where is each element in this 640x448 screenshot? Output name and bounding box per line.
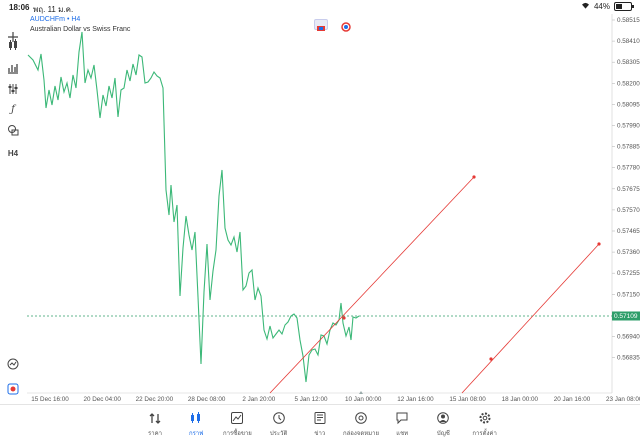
tab-mailbox[interactable]: กล่องจดหมาย — [338, 410, 384, 438]
mailbox-icon — [338, 410, 384, 425]
tab-label: กราฟ — [188, 431, 204, 437]
tab-label: การซื้อขาย — [222, 431, 252, 437]
tab-label: ราคา — [148, 431, 162, 437]
time-axis-label: 5 Jan 12:00 — [295, 396, 328, 403]
tab-account[interactable]: บัญชี — [420, 410, 466, 438]
chart-icon — [173, 410, 219, 425]
price-chart[interactable]: 0.58515 0.58410 0.58305 0.58200 0.58095 0.579… — [0, 0, 640, 447]
time-axis-label: 20 Jan 16:00 — [554, 396, 591, 403]
history-icon — [256, 410, 302, 425]
price-axis-label: 0.58095 — [617, 101, 640, 108]
tab-quotes[interactable]: ราคา — [132, 410, 178, 438]
tab-label: การตั้งค่า — [472, 431, 497, 437]
price-axis-label: 0.58305 — [617, 59, 640, 66]
price-axis-label: 0.57360 — [617, 249, 640, 256]
bottom-tab-bar: ราคา กราฟ การซื้อขาย ประวัติ ข่าว กล่องจดหมาย… — [0, 404, 640, 448]
time-axis-label: 22 Dec 20:00 — [136, 396, 174, 403]
trend-line-2-point — [597, 242, 601, 246]
price-axis-label: 0.57150 — [617, 291, 640, 298]
trade-icon — [214, 410, 260, 425]
time-axis-label: 12 Jan 16:00 — [397, 396, 434, 403]
time-axis-label: 2 Jan 20:00 — [242, 396, 275, 403]
price-axis: 0.58515 0.58410 0.58305 0.58200 0.58095 0.579… — [612, 17, 640, 362]
price-axis-label: 0.57885 — [617, 144, 640, 151]
tab-news[interactable]: ข่าว — [297, 410, 343, 438]
price-axis-label: 0.58200 — [617, 80, 640, 87]
chart-grid — [27, 14, 613, 394]
time-axis-label: 28 Dec 08:00 — [188, 396, 226, 403]
time-axis-label: 18 Jan 00:00 — [502, 396, 539, 403]
tab-chat[interactable]: แชท — [379, 410, 425, 438]
price-series-line — [27, 31, 360, 383]
tab-label: ประวัติ — [269, 431, 288, 437]
time-axis-label: 23 Jan 08:00 — [606, 396, 640, 403]
time-axis-label: 10 Jan 00:00 — [345, 396, 382, 403]
price-axis-label: 0.57675 — [617, 186, 640, 193]
tab-label: ข่าว — [314, 431, 326, 437]
trend-line-2 — [461, 243, 600, 394]
trend-line-2-anchor — [489, 357, 493, 361]
settings-icon — [462, 410, 508, 425]
tab-chart[interactable]: กราฟ — [173, 410, 219, 438]
tab-history[interactable]: ประวัติ — [256, 410, 302, 438]
time-axis: 15 Dec 16:00 20 Dec 04:00 22 Dec 20:00 28 D… — [31, 396, 640, 403]
current-price-label: 0.57109 — [614, 313, 638, 320]
time-axis-label: 15 Dec 16:00 — [31, 396, 69, 403]
trend-line-1-point — [472, 175, 476, 179]
price-axis-label: 0.57570 — [617, 207, 640, 214]
tab-label: บัญชี — [436, 431, 450, 437]
chat-icon — [379, 410, 425, 425]
tab-trade[interactable]: การซื้อขาย — [214, 410, 260, 438]
time-axis-label: 20 Dec 04:00 — [83, 396, 121, 403]
tab-label: แชท — [396, 431, 409, 437]
scroll-marker-icon — [359, 391, 363, 394]
account-icon — [420, 410, 466, 425]
trend-line-1-anchor — [342, 316, 346, 320]
price-axis-label: 0.57780 — [617, 165, 640, 172]
trend-line-1 — [269, 176, 475, 394]
time-axis-label: 15 Jan 08:00 — [449, 396, 486, 403]
price-axis-label: 0.57990 — [617, 123, 640, 130]
price-axis-label: 0.56940 — [617, 334, 640, 341]
price-axis-label: 0.57255 — [617, 270, 640, 277]
price-axis-label: 0.57465 — [617, 228, 640, 235]
tab-label: กล่องจดหมาย — [342, 431, 380, 437]
price-axis-label: 0.58515 — [617, 17, 640, 24]
tab-settings[interactable]: การตั้งค่า — [462, 410, 508, 438]
price-axis-label: 0.56835 — [617, 355, 640, 362]
price-axis-label: 0.58410 — [617, 38, 640, 45]
quotes-icon — [132, 410, 178, 425]
news-icon — [297, 410, 343, 425]
